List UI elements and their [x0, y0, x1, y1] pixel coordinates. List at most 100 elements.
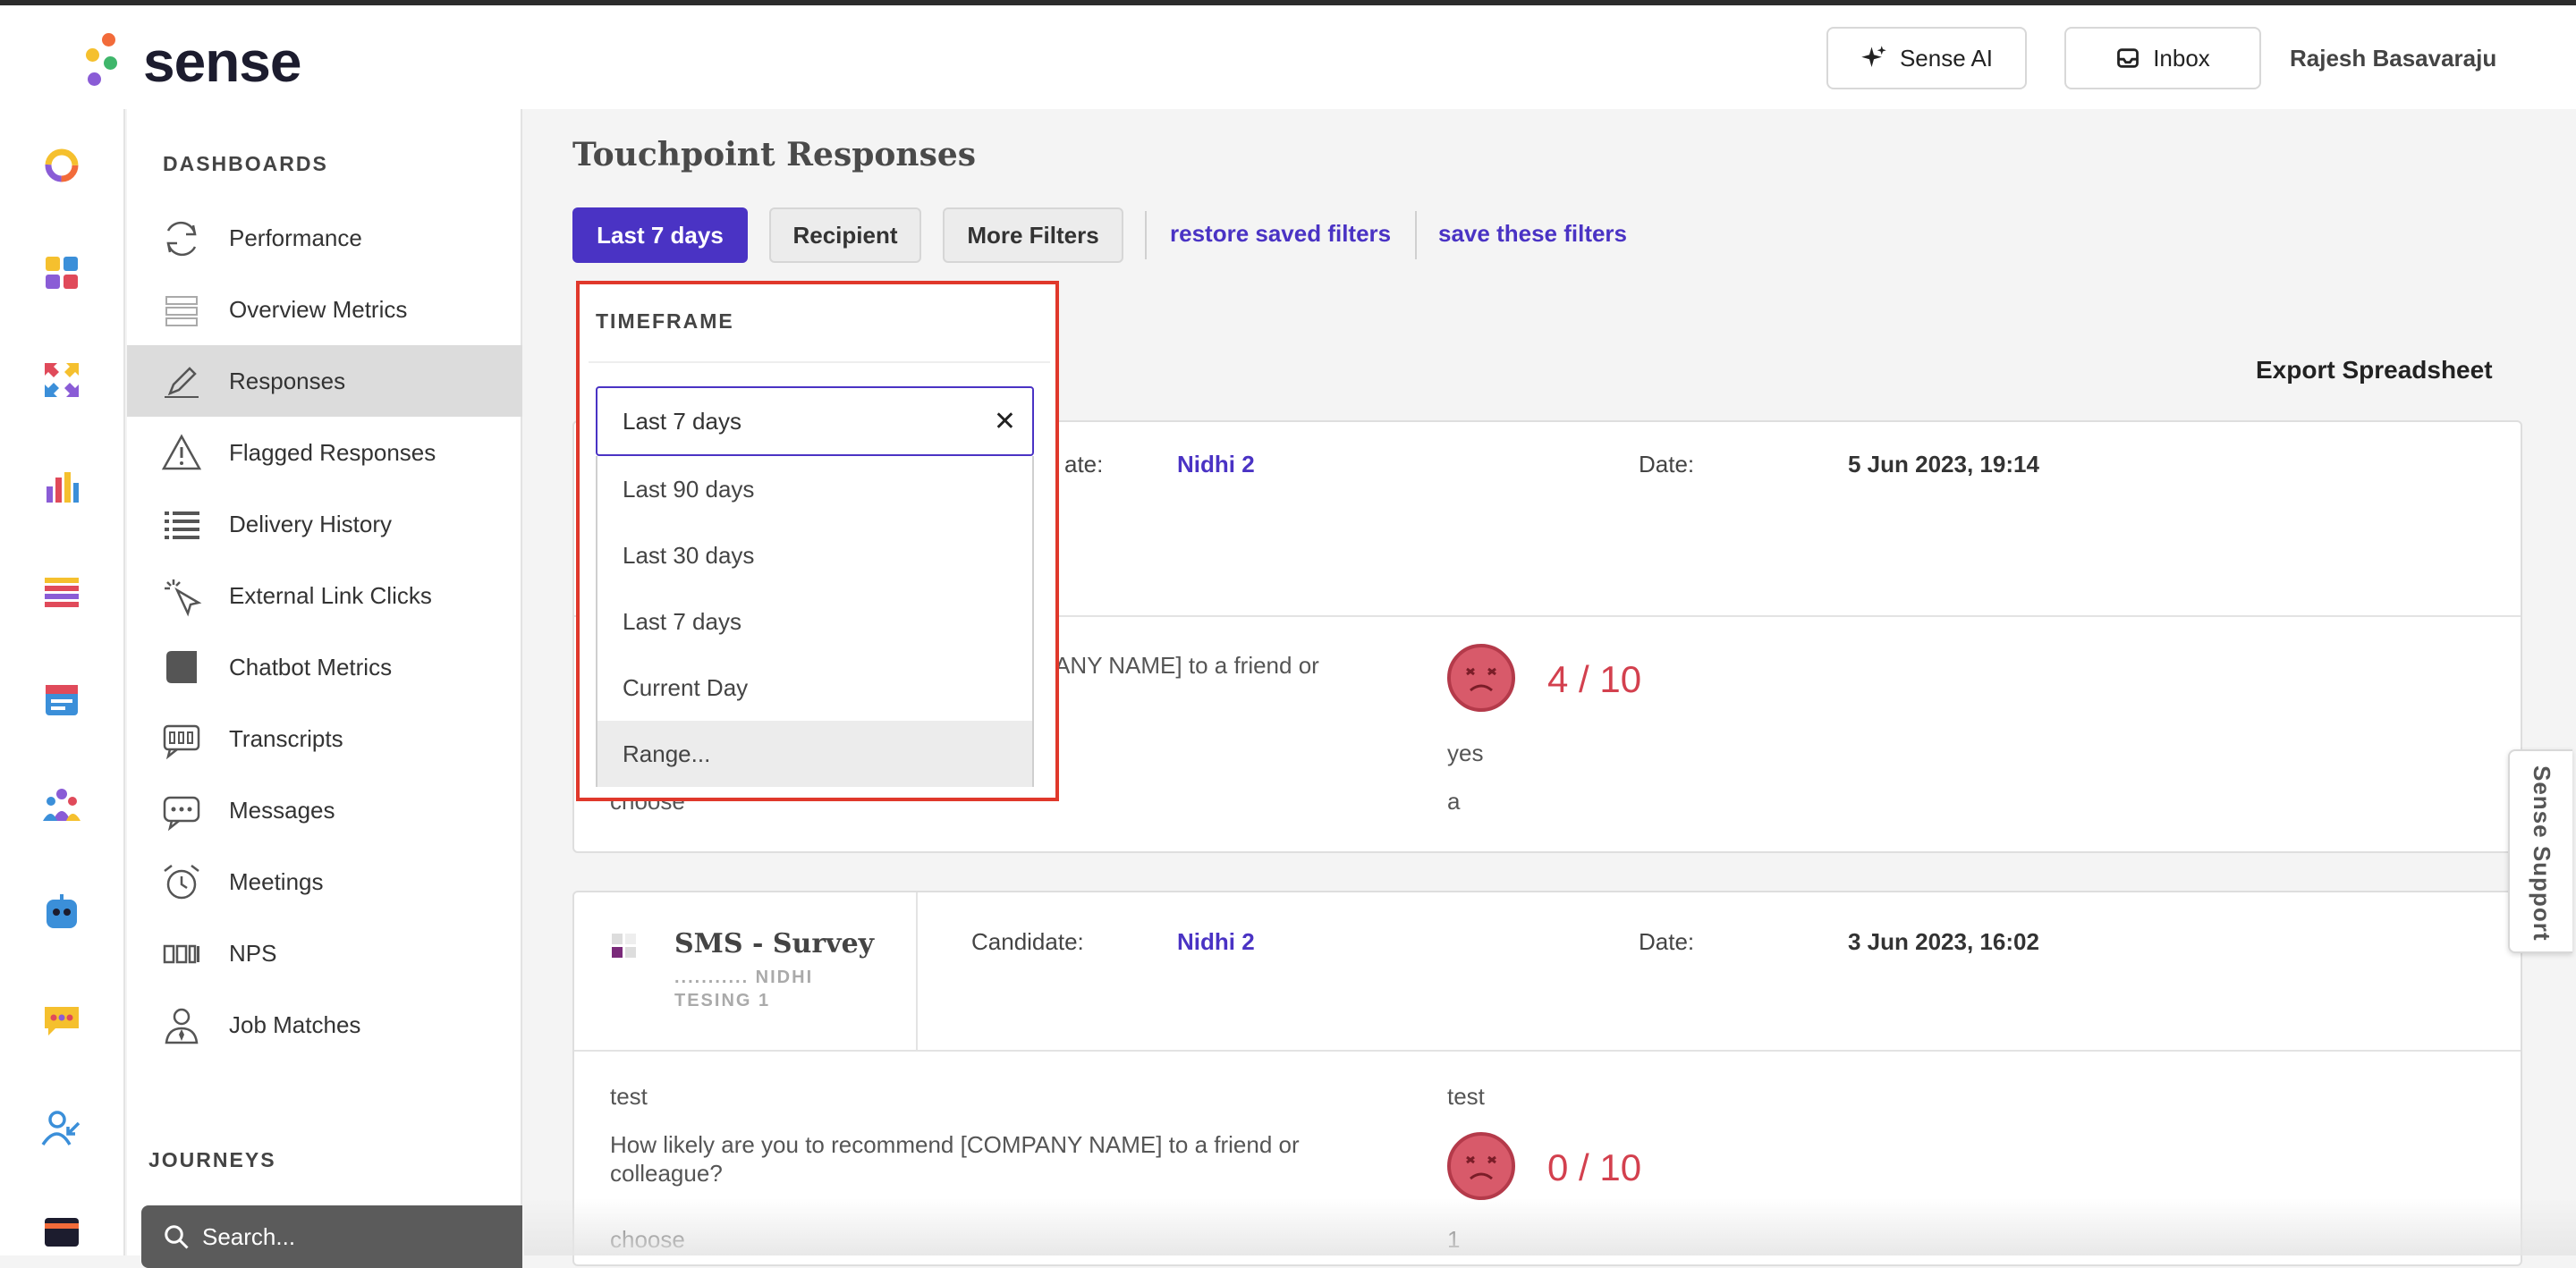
chatbot-icon	[166, 651, 197, 683]
sparkle-icon	[1861, 46, 1886, 67]
sidebar-item-meetings[interactable]: Meetings	[127, 846, 522, 917]
stack-icon	[165, 296, 198, 326]
timeframe-select-input[interactable]: Last 7 days ✕	[596, 386, 1034, 456]
pointer-click-icon	[165, 579, 202, 617]
sidebar-item-job-matches[interactable]: Job Matches	[127, 989, 522, 1061]
list-icon	[165, 511, 199, 539]
person-tie-icon	[165, 1008, 199, 1044]
date-value: 3 Jun 2023, 16:02	[1848, 928, 2039, 955]
sidebar-item-overview-metrics[interactable]: Overview Metrics	[127, 274, 522, 345]
page-title: Touchpoint Responses	[572, 136, 977, 173]
recipient-filter-button[interactable]: Recipient	[769, 207, 921, 263]
selected-timeframe: Last 7 days	[623, 407, 741, 435]
sidebar-item-label: Meetings	[229, 867, 324, 895]
dashboards-section-title: DASHBOARDS	[163, 152, 328, 175]
bottom-fade	[524, 1198, 2576, 1255]
answer-value: a	[1447, 788, 1461, 815]
sidebar-item-label: Performance	[229, 224, 362, 251]
touchpoint-type-icon	[612, 934, 636, 958]
sense-ai-button[interactable]: Sense AI	[1826, 27, 2027, 89]
touchpoint-subtitle: ........... NIDHI	[674, 968, 814, 987]
sidebar-item-chatbot-metrics[interactable]: Chatbot Metrics	[127, 631, 522, 703]
sidebar-item-flagged-responses[interactable]: Flagged Responses	[127, 417, 522, 488]
card-divider	[574, 1050, 2521, 1052]
user-name-menu[interactable]: Rajesh Basavaraju	[2290, 45, 2496, 72]
question-text: colleague?	[610, 1160, 723, 1187]
filter-divider	[1145, 211, 1147, 259]
journeys-section-title: JOURNEYS	[148, 1148, 276, 1171]
sidebar-item-label: NPS	[229, 939, 277, 967]
inbox-button[interactable]: Inbox	[2064, 27, 2261, 89]
candidate-link[interactable]: Nidhi 2	[1177, 451, 1255, 478]
sidebar-item-performance[interactable]: Performance	[127, 202, 522, 274]
more-filters-button[interactable]: More Filters	[943, 207, 1123, 263]
nps-score: 4 / 10	[1547, 658, 1642, 700]
workflow-arrows-icon[interactable]	[41, 359, 82, 401]
timeframe-option-highlighted[interactable]: Range...	[597, 721, 1032, 787]
logo-dots-icon	[86, 33, 127, 90]
sidebar-item-messages[interactable]: Messages	[127, 774, 522, 846]
save-filters-link[interactable]: save these filters	[1438, 220, 1627, 248]
sidebar-item-label: External Link Clicks	[229, 581, 432, 609]
alarm-clock-icon	[164, 865, 199, 900]
sidebar-item-nps[interactable]: NPS	[127, 917, 522, 989]
user-check-icon[interactable]	[41, 1107, 82, 1148]
candidate-label: Candidate:	[971, 928, 1084, 955]
date-label: Date:	[1639, 928, 1695, 955]
candidate-link[interactable]: Nidhi 2	[1177, 928, 1255, 956]
restore-saved-filters-link[interactable]: restore saved filters	[1170, 220, 1391, 248]
touchpoint-subtitle: TESING 1	[674, 991, 771, 1010]
pencil-icon	[165, 367, 199, 398]
nps-icon	[163, 944, 199, 964]
sense-logo[interactable]: sense	[86, 29, 301, 95]
dashboard-grid-icon[interactable]	[41, 252, 82, 293]
candidate-label: ate:	[1064, 451, 1104, 478]
question-label: test	[610, 1083, 648, 1110]
timeframe-title: TIMEFRAME	[596, 309, 734, 333]
card-icon[interactable]	[41, 1211, 82, 1252]
sidebar-item-label: Chatbot Metrics	[229, 653, 393, 680]
team-icon[interactable]	[41, 785, 82, 826]
sense-support-tab[interactable]: Sense Support	[2508, 749, 2572, 953]
sidebar-item-external-link-clicks[interactable]: External Link Clicks	[127, 560, 522, 631]
touchpoint-title[interactable]: SMS - Survey	[674, 928, 874, 959]
question-text: MPANY NAME] to a friend or	[1021, 652, 1319, 679]
chatbot-icon[interactable]	[41, 892, 82, 934]
sense-support-label: Sense Support	[2529, 765, 2555, 942]
sidebar-item-transcripts[interactable]: Transcripts	[127, 703, 522, 774]
dashboard-sidebar: DASHBOARDS Performance Overview Metrics …	[127, 109, 522, 1268]
sense-ring-icon[interactable]	[41, 145, 82, 186]
touchpoint-info: SMS - Survey ........... NIDHI TESING 1	[574, 892, 918, 1050]
dropdown-divider	[589, 361, 1050, 363]
angry-face-icon	[1447, 644, 1515, 712]
app-header: sense Sense AI Inbox Rajesh Basavaraju	[0, 5, 2576, 109]
search-icon	[165, 1225, 189, 1249]
timeframe-filter-button[interactable]: Last 7 days	[572, 207, 748, 263]
sidebar-item-label: Overview Metrics	[229, 295, 408, 323]
sidebar-item-label: Flagged Responses	[229, 438, 436, 466]
nps-score: 0 / 10	[1547, 1146, 1642, 1188]
calendar-icon[interactable]	[41, 678, 82, 719]
filter-divider	[1415, 211, 1417, 259]
sidebar-item-label: Messages	[229, 796, 335, 824]
refresh-icon	[166, 221, 197, 257]
answer-value: yes	[1447, 740, 1484, 766]
timeframe-dropdown: TIMEFRAME Last 7 days ✕ Last 90 days Las…	[576, 281, 1059, 801]
list-icon[interactable]	[41, 572, 82, 613]
clear-icon[interactable]: ✕	[994, 406, 1016, 437]
chat-bubble-icon[interactable]	[41, 1000, 82, 1041]
transcript-icon	[163, 724, 200, 760]
sidebar-item-responses[interactable]: Responses	[127, 345, 522, 417]
timeframe-option[interactable]: Last 7 days	[597, 588, 1032, 655]
search-placeholder: Search...	[202, 1222, 296, 1250]
date-value: 5 Jun 2023, 19:14	[1848, 451, 2039, 478]
inbox-tray-icon	[2117, 48, 2140, 68]
bar-chart-icon[interactable]	[41, 467, 82, 508]
logo-text: sense	[143, 30, 301, 94]
timeframe-option[interactable]: Current Day	[597, 655, 1032, 721]
export-spreadsheet-link[interactable]: Export Spreadsheet	[2256, 356, 2493, 385]
journeys-search-input[interactable]: Search...	[141, 1205, 522, 1268]
timeframe-option[interactable]: Last 30 days	[597, 522, 1032, 588]
timeframe-option[interactable]: Last 90 days	[597, 456, 1032, 522]
sidebar-item-delivery-history[interactable]: Delivery History	[127, 488, 522, 560]
